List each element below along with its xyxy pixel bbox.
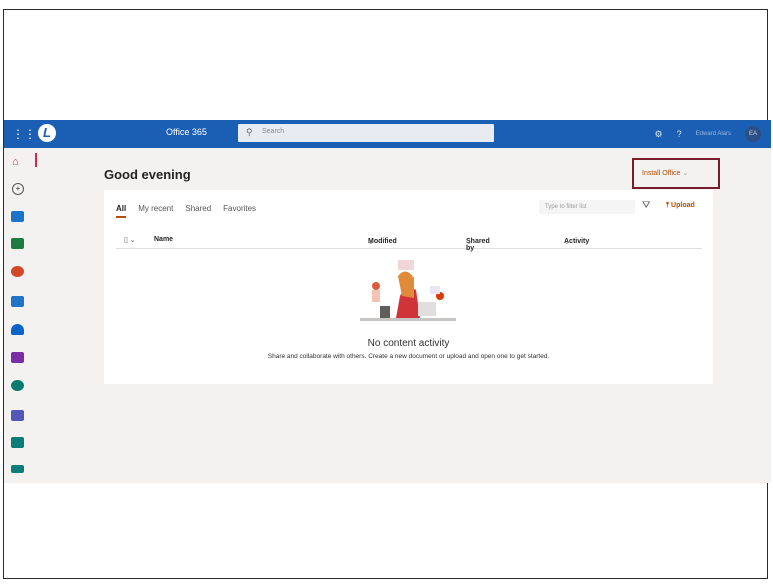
forms-icon[interactable] — [11, 465, 24, 473]
sharepoint-icon[interactable] — [11, 380, 24, 391]
chevron-down-icon: ⌄ — [564, 239, 570, 246]
app-launcher-icon[interactable]: ⋮⋮⋮ — [12, 127, 48, 141]
tab-my-recent[interactable]: My recent — [138, 204, 173, 218]
avatar[interactable]: EA — [745, 126, 761, 142]
table-header: ▯ ⌄ Name Modified ⌄ Shared by ⌄ Activity… — [116, 234, 702, 252]
search-icon: ⚲ — [246, 127, 253, 137]
chevron-down-icon: ⌄ — [368, 239, 374, 246]
empty-state-title: No content activity — [367, 338, 450, 349]
main-content: ⌂ + Good evening All My recent Shared Fa… — [4, 148, 771, 483]
upload-label: Upload — [671, 202, 695, 209]
install-office-label: Install Office — [642, 170, 681, 177]
tab-favorites[interactable]: Favorites — [223, 204, 256, 218]
top-bar-actions: ⚙ ? Edward Alars EA — [655, 125, 761, 143]
column-name[interactable]: Name — [154, 236, 173, 243]
sway-icon[interactable] — [11, 437, 24, 448]
help-icon[interactable]: ? — [677, 129, 682, 139]
install-office-button[interactable]: Install Office ⌄ — [642, 169, 688, 177]
tab-all[interactable]: All — [116, 204, 127, 218]
files-card: All My recent Shared Favorites Type to f… — [104, 190, 713, 384]
filter-icon[interactable]: ⛛ — [642, 200, 650, 211]
tab-shared[interactable]: Shared — [185, 204, 211, 218]
teams-icon[interactable] — [11, 410, 24, 421]
upload-button[interactable]: ⤒ Upload — [666, 202, 695, 210]
app-title[interactable]: Office 365 — [166, 127, 207, 137]
search-placeholder: Search — [262, 128, 285, 135]
onenote-icon[interactable] — [11, 352, 24, 363]
greeting-heading: Good evening — [104, 167, 191, 182]
home-icon[interactable]: ⌂ — [12, 157, 24, 168]
file-type-icon[interactable]: ▯ ⌄ — [124, 236, 136, 244]
org-logo[interactable]: L — [38, 124, 56, 142]
user-name[interactable]: Edward Alars — [696, 131, 731, 137]
gear-icon[interactable]: ⚙ — [655, 129, 663, 140]
create-icon[interactable]: + — [12, 183, 24, 195]
outlook-icon[interactable] — [11, 211, 24, 222]
filter-input[interactable]: Type to filter list — [539, 200, 635, 214]
outlook-mail-icon[interactable] — [11, 296, 24, 307]
top-bar: ⋮⋮⋮ L Office 365 ⚲ Search ⚙ ? Edward Ala… — [4, 120, 771, 148]
chevron-down-icon: ⌄ — [682, 170, 689, 177]
excel-icon[interactable] — [11, 238, 24, 249]
powerpoint-icon[interactable] — [11, 266, 24, 277]
empty-state-illustration — [360, 260, 456, 321]
chevron-down-icon: ⌄ — [466, 239, 472, 246]
app-rail: ⌂ + — [4, 148, 37, 483]
active-indicator — [35, 153, 37, 167]
file-tabs: All My recent Shared Favorites — [116, 204, 256, 218]
onedrive-icon[interactable] — [11, 324, 24, 335]
search-box[interactable]: ⚲ Search — [238, 124, 494, 142]
empty-state-description: Share and collaborate with others. Creat… — [267, 353, 550, 360]
